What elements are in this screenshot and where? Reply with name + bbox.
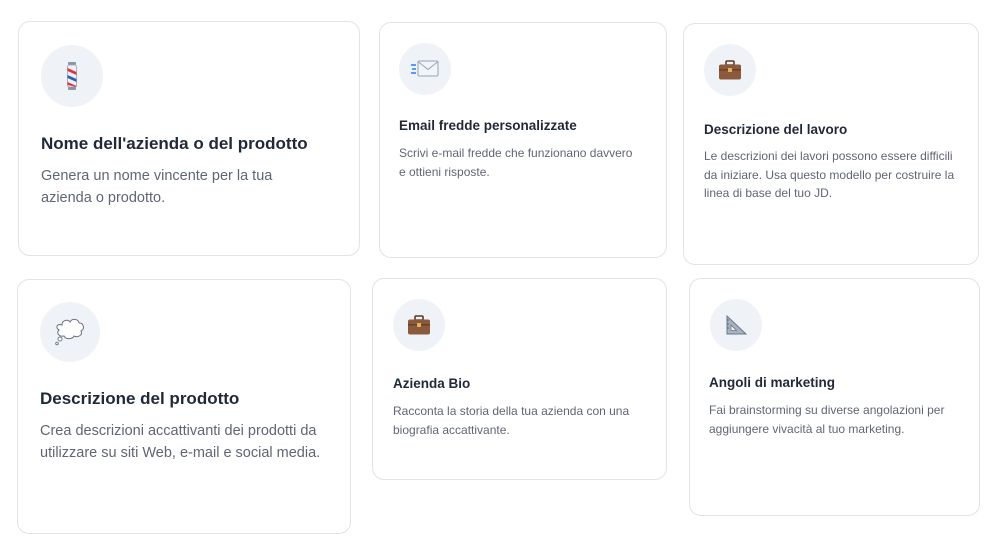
thought-bubble-icon bbox=[40, 302, 100, 362]
card-title: Email fredde personalizzate bbox=[399, 118, 577, 133]
card-title: Angoli di marketing bbox=[709, 375, 836, 390]
template-card-product-description[interactable]: Descrizione del prodotto Crea descrizion… bbox=[17, 279, 351, 534]
briefcase-icon bbox=[393, 299, 445, 351]
card-title: Descrizione del lavoro bbox=[704, 122, 848, 137]
card-description: Crea descrizioni accattivanti dei prodot… bbox=[40, 423, 321, 461]
card-title: Nome dell'azienda o del prodotto bbox=[41, 134, 308, 153]
template-card-job-description[interactable]: Descrizione del lavoro Le descrizioni de… bbox=[683, 23, 979, 265]
card-description: Racconta la storia della tua azienda con… bbox=[393, 404, 630, 437]
template-card-company-name[interactable]: Nome dell'azienda o del prodotto Genera … bbox=[18, 21, 360, 256]
card-description: Scrivi e-mail fredde che funzionano davv… bbox=[399, 146, 633, 179]
envelope-icon bbox=[399, 43, 451, 95]
template-card-marketing-angles[interactable]: Angoli di marketing Fai brainstorming su… bbox=[689, 278, 980, 516]
card-title: Descrizione del prodotto bbox=[40, 389, 240, 408]
card-title: Azienda Bio bbox=[393, 376, 471, 391]
barber-pole-icon bbox=[41, 45, 103, 107]
card-description: Genera un nome vincente per la tua azien… bbox=[41, 168, 273, 206]
briefcase-icon bbox=[704, 44, 756, 96]
triangular-ruler-icon bbox=[710, 299, 762, 351]
template-card-company-bio[interactable]: Azienda Bio Racconta la storia della tua… bbox=[372, 278, 667, 480]
card-description: Fai brainstorming su diverse angolazioni… bbox=[709, 403, 945, 436]
card-description: Le descrizioni dei lavori possono essere… bbox=[704, 149, 955, 200]
template-card-cold-email[interactable]: Email fredde personalizzate Scrivi e-mai… bbox=[379, 22, 667, 258]
